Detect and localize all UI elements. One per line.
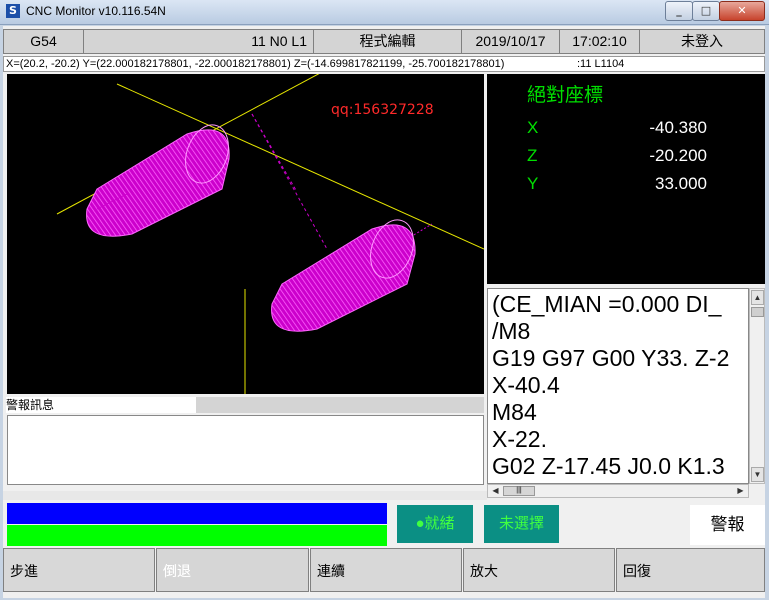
login-status[interactable]: 未登入 [640, 30, 764, 53]
simulation-viewport[interactable]: qq:156327228 [7, 74, 484, 394]
step-button[interactable]: 步進 [3, 548, 155, 592]
axis-label-z: Z [527, 146, 538, 165]
axis-value-x: -40.380 [649, 118, 707, 137]
hscroll-thumb[interactable]: ||| [503, 486, 535, 496]
tool-body-lower [271, 219, 416, 332]
program-listing[interactable]: (CE_MIAN =0.000 DI_ /M8 G19 G97 G00 Y33.… [487, 288, 749, 484]
toolpath-line [251, 113, 328, 250]
time-field: 17:02:10 [560, 30, 640, 53]
status-row: G54 11 N0 L1 程式編輯 2019/10/17 17:02:10 未登… [3, 29, 765, 54]
program-line: G02 Z-17.45 J0.0 K1.3 [492, 453, 725, 479]
mode-field: 程式編輯 [314, 30, 462, 53]
alarm-indicator[interactable]: 警報 [690, 505, 765, 545]
axis-label-x: X [527, 118, 539, 137]
divider [3, 491, 487, 500]
program-line: X-22. [492, 426, 547, 452]
window-title: CNC Monitor v10.116.54N [26, 4, 166, 18]
title-bar[interactable]: S CNC Monitor v10.116.54N _ □ ✕ [0, 0, 769, 25]
date-field: 2019/10/17 [462, 30, 560, 53]
abs-coord-title: 絕對座標 [527, 85, 604, 106]
program-info-field: 11 N0 L1 [84, 30, 314, 53]
close-button[interactable]: ✕ [719, 1, 765, 21]
scroll-down-icon[interactable]: ▼ [751, 467, 764, 482]
blue-progress-bar [7, 503, 387, 524]
green-progress-bar [7, 525, 387, 546]
scroll-right-icon[interactable]: ▶ [734, 486, 747, 496]
alarm-header: 警報訊息 [6, 397, 196, 413]
continuous-button[interactable]: 連續 [310, 548, 462, 592]
program-line: X-40.4 [492, 372, 560, 398]
app-window: S CNC Monitor v10.116.54N _ □ ✕ G54 11 N… [0, 0, 769, 600]
scroll-thumb[interactable] [751, 307, 764, 317]
client-area: G54 11 N0 L1 程式編輯 2019/10/17 17:02:10 未登… [3, 26, 765, 598]
program-line: (CE_MIAN =0.000 DI_ [492, 291, 722, 317]
function-key-bar: 步進 倒退 連續 放大 回復 [3, 548, 765, 592]
program-line: G19 G97 G00 Y33. Z-2 [492, 345, 730, 371]
ready-indicator: ●就緒 [397, 505, 473, 543]
tool-body-upper [86, 124, 230, 237]
program-line: M84 [492, 399, 537, 425]
alarm-message-box[interactable] [7, 415, 484, 485]
coord-system-field: G54 [4, 30, 84, 53]
abs-coord-panel: 絕對座標 X -40.380 Z -20.200 Y 33.000 [487, 74, 765, 284]
scroll-up-icon[interactable]: ▲ [751, 290, 764, 305]
reverse-button[interactable]: 倒退 [156, 548, 309, 592]
watermark: qq:156327228 [331, 102, 434, 118]
app-icon: S [6, 4, 20, 18]
program-horizontal-scrollbar[interactable]: ◀ ||| ▶ [487, 484, 749, 498]
program-line: /M8 [492, 318, 531, 344]
coord-readout: X=(20.2, -20.2) Y=(22.000182178801, -22.… [3, 56, 765, 72]
axis-label-y: Y [527, 174, 539, 193]
simulation-graphic [56, 74, 484, 394]
axis-value-y: 33.000 [655, 174, 707, 193]
axis-value-z: -20.200 [649, 146, 707, 165]
minimize-button[interactable]: _ [665, 1, 693, 21]
not-selected-indicator: 未選擇 [484, 505, 559, 543]
zoom-button[interactable]: 放大 [463, 548, 615, 592]
alarm-header-fill [196, 397, 484, 413]
program-ref: :11 L1104 [577, 58, 625, 70]
restore-button[interactable]: 回復 [616, 548, 765, 592]
program-vertical-scrollbar[interactable]: ▲ ▼ [749, 288, 765, 484]
coord-text: X=(20.2, -20.2) Y=(22.000182178801, -22.… [6, 58, 505, 70]
maximize-button[interactable]: □ [692, 1, 720, 21]
scroll-left-icon[interactable]: ◀ [489, 486, 502, 496]
